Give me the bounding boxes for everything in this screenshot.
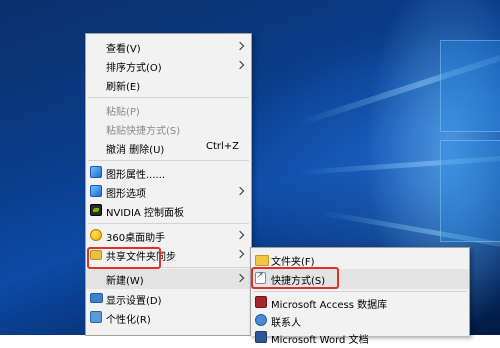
menu-item-personalize[interactable]: 个性化(R)	[86, 308, 251, 328]
context-menu-lower-section: 显示设置(D) 个性化(R)	[85, 292, 252, 336]
chevron-right-icon	[235, 186, 245, 196]
menu-item-label: 图形属性......	[106, 170, 166, 181]
menu-separator	[88, 160, 249, 161]
highlight-box-shortcut	[251, 267, 339, 289]
submenu-item-label: 联系人	[271, 318, 301, 329]
nvidia-icon	[90, 204, 102, 216]
menu-item-label: 粘贴(P)	[106, 107, 140, 118]
windows-logo-pane	[440, 40, 500, 132]
highlight-box-new	[87, 247, 161, 269]
menu-separator	[88, 223, 249, 224]
chevron-right-icon	[235, 273, 245, 283]
menu-item-label: 显示设置(D)	[106, 296, 162, 307]
menu-item-label: NVIDIA 控制面板	[106, 208, 184, 219]
chevron-right-icon	[235, 41, 245, 51]
menu-item-label: 图形选项	[106, 189, 146, 200]
contact-icon	[255, 314, 267, 326]
submenu-item-label: 文件夹(F)	[271, 257, 315, 268]
menu-item-nvidia-control-panel[interactable]: NVIDIA 控制面板	[86, 201, 251, 221]
windows-logo-pane	[440, 140, 500, 242]
menu-item-graphics-properties[interactable]: 图形属性......	[86, 163, 251, 183]
menu-item-label: 新建(W)	[106, 276, 144, 287]
chevron-right-icon	[235, 249, 245, 259]
menu-item-paste-shortcut[interactable]: 粘贴快捷方式(S)	[86, 119, 251, 139]
graphics-properties-icon	[90, 166, 102, 178]
submenu-item-access-database[interactable]: Microsoft Access 数据库	[251, 293, 469, 313]
submenu-item-word-document[interactable]: Microsoft Word 文档	[251, 328, 469, 348]
menu-item-label: 撤消 删除(U)	[106, 145, 165, 156]
word-icon	[255, 331, 267, 343]
new-submenu: 文件夹(F) 快捷方式(S) Microsoft Access 数据库 联系人 …	[250, 247, 470, 346]
menu-item-360-desktop[interactable]: 360桌面助手	[86, 226, 251, 246]
menu-item-label: 个性化(R)	[106, 315, 151, 326]
desktop-context-menu: 查看(V) 排序方式(O) 刷新(E) 粘贴(P) 粘贴快捷方式(S) 撤消 删…	[85, 33, 252, 312]
menu-separator	[88, 97, 249, 98]
submenu-item-label: Microsoft Word 文档	[271, 335, 369, 346]
menu-item-graphics-options[interactable]: 图形选项	[86, 182, 251, 202]
360-icon	[90, 229, 102, 241]
menu-item-sort-by[interactable]: 排序方式(O)	[86, 56, 251, 76]
chevron-right-icon	[235, 230, 245, 240]
display-icon	[90, 293, 103, 303]
menu-item-undo-delete[interactable]: 撤消 删除(U) Ctrl+Z	[86, 138, 251, 158]
menu-item-shortcut: Ctrl+Z	[205, 141, 239, 152]
graphics-options-icon	[90, 185, 102, 197]
menu-item-label: 刷新(E)	[106, 82, 141, 93]
submenu-item-label: Microsoft Access 数据库	[271, 300, 388, 311]
folder-icon	[255, 255, 269, 266]
menu-item-paste[interactable]: 粘贴(P)	[86, 100, 251, 120]
menu-item-label: 360桌面助手	[106, 233, 166, 244]
menu-item-label: 查看(V)	[106, 44, 141, 55]
menu-item-new[interactable]: 新建(W)	[86, 269, 251, 289]
menu-item-view[interactable]: 查看(V)	[86, 37, 251, 57]
menu-item-refresh[interactable]: 刷新(E)	[86, 75, 251, 95]
menu-item-label: 粘贴快捷方式(S)	[106, 126, 181, 137]
menu-separator	[253, 291, 467, 292]
chevron-right-icon	[235, 60, 245, 70]
menu-item-display-settings[interactable]: 显示设置(D)	[86, 289, 251, 309]
access-icon	[255, 296, 267, 308]
menu-item-label: 排序方式(O)	[106, 63, 162, 74]
personalize-icon	[90, 311, 102, 323]
